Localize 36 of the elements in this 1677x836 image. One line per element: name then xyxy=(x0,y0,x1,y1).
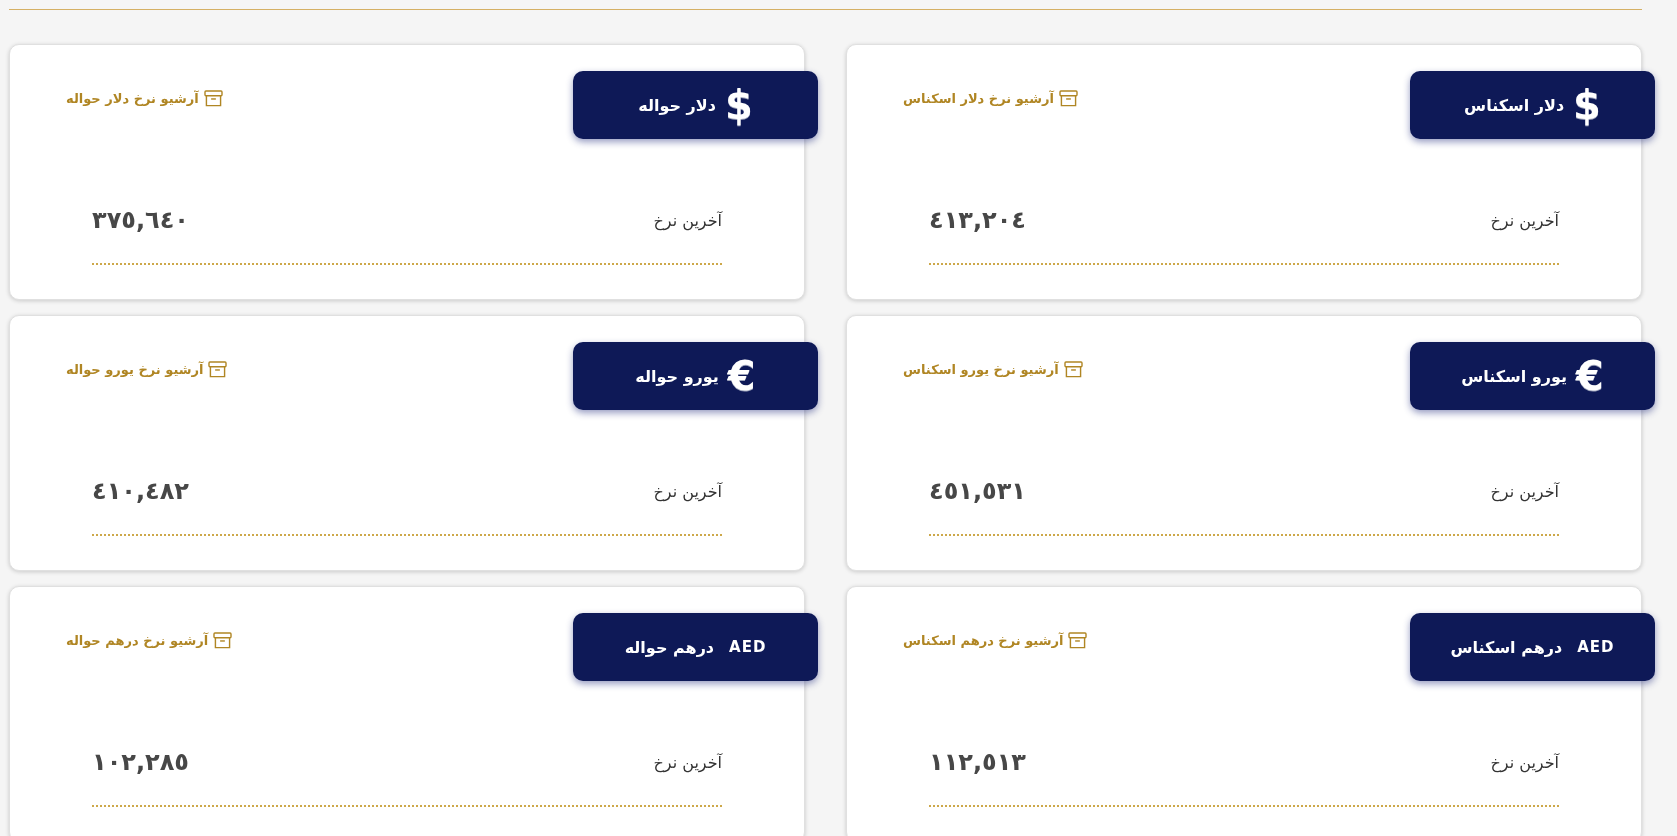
currency-name: دلار حواله xyxy=(638,95,716,115)
rate-value: ٤٥١,٥٣١ xyxy=(929,477,1026,505)
archive-box-icon xyxy=(203,90,223,107)
currency-symbol: $ xyxy=(724,85,753,125)
rate-value: ٣٧٥,٦٤٠ xyxy=(92,206,189,234)
rate-label: آخرین نرخ xyxy=(1490,210,1559,230)
rate-value: ٤١٣,٢٠٤ xyxy=(929,206,1026,234)
archive-box-icon xyxy=(1068,632,1088,649)
rate-label: آخرین نرخ xyxy=(653,210,722,230)
rate-label: آخرین نرخ xyxy=(653,752,722,772)
archive-link[interactable]: آرشیو نرخ دلار اسکناس xyxy=(903,90,1078,107)
currency-symbol: € xyxy=(1576,356,1604,396)
rate-value: ١١٢,٥١٣ xyxy=(929,748,1026,776)
archive-link[interactable]: آرشیو نرخ دلار حواله xyxy=(66,90,223,107)
currency-name: درهم حواله xyxy=(624,637,715,657)
currency-name: یورو حواله xyxy=(635,366,719,386)
archive-box-icon xyxy=(208,361,228,378)
rate-label: آخرین نرخ xyxy=(653,481,722,501)
currency-name: دلار اسکناس xyxy=(1464,95,1565,115)
currency-name: درهم اسکناس xyxy=(1450,637,1563,657)
rate-label: آخرین نرخ xyxy=(1490,481,1559,501)
rate-value: ٤١٠,٤٨٢ xyxy=(92,477,189,505)
rate-value: ١٠٢,٢٨٥ xyxy=(92,748,189,776)
archive-link[interactable]: آرشیو نرخ درهم اسکناس xyxy=(903,632,1088,649)
archive-box-icon xyxy=(1063,361,1083,378)
archive-box-icon xyxy=(1058,90,1078,107)
rate-label: آخرین نرخ xyxy=(1490,752,1559,772)
currency-symbol: $ xyxy=(1573,85,1601,125)
archive-box-icon xyxy=(213,632,233,649)
archive-link[interactable]: آرشیو نرخ یورو حواله xyxy=(66,361,228,378)
currency-name: یورو اسکناس xyxy=(1461,366,1568,386)
archive-link[interactable]: آرشیو نرخ درهم حواله xyxy=(66,632,233,649)
currency-symbol: € xyxy=(727,356,756,396)
currency-symbol: AED xyxy=(1576,639,1615,655)
archive-link[interactable]: آرشیو نرخ یورو اسکناس xyxy=(903,361,1083,378)
currency-symbol: AED xyxy=(728,639,767,655)
